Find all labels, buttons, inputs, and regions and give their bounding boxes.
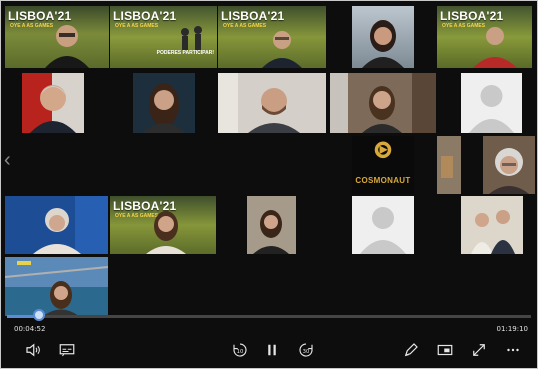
rewind-10-button[interactable]: 10	[229, 340, 251, 360]
video-tile-man-beard	[218, 73, 326, 133]
video-tile-banner-man-red: LISBOA'21 OYE A AS GAMES	[437, 6, 532, 68]
rewind-10-label: 10	[237, 349, 244, 355]
pause-button[interactable]	[261, 340, 283, 360]
video-tile-woman-shelves	[330, 73, 436, 133]
pause-icon	[268, 344, 276, 356]
video-tile-woman-indoor	[247, 196, 296, 254]
seek-bar-thumb[interactable]	[33, 309, 45, 321]
forward-30-button[interactable]: 30	[295, 340, 317, 360]
video-tile-banner-man-suit: LISBOA'21 OYE A AS GAMES	[218, 6, 326, 68]
volume-button[interactable]	[22, 340, 44, 360]
more-icon	[507, 348, 519, 352]
video-tile-banner-man-glasses: LISBOA'21 OYE A AS GAMES	[5, 6, 109, 68]
fullscreen-icon	[473, 344, 485, 356]
cosmonaut-logo-text: COSMONAUT	[355, 176, 411, 185]
video-tile-avatar-placeholder-1	[461, 73, 522, 133]
elapsed-time: 00:04:52	[14, 325, 46, 333]
annotate-button[interactable]	[400, 340, 422, 360]
previous-page-arrow[interactable]: ‹	[4, 150, 11, 170]
picture-in-picture-icon	[437, 344, 453, 356]
captions-icon	[59, 344, 75, 357]
more-button[interactable]	[502, 340, 524, 360]
video-tile-woman-blue-bg	[5, 196, 108, 254]
captions-button[interactable]	[56, 340, 78, 360]
seek-bar[interactable]	[7, 315, 531, 318]
video-tile-room-corner	[437, 136, 461, 194]
forward-30-icon: 30	[299, 343, 313, 357]
video-tile-cosmonaut-logo	[352, 136, 414, 194]
picture-in-picture-button[interactable]	[434, 340, 456, 360]
fullscreen-button[interactable]	[468, 340, 490, 360]
video-tile-woman-long-hair	[133, 73, 195, 133]
pencil-icon	[404, 343, 418, 357]
volume-icon	[26, 343, 40, 357]
rewind-10-icon: 10	[233, 343, 247, 357]
video-tile-banner-woman: LISBOA'21 OYE A AS GAMES	[110, 196, 216, 254]
video-tile-banner-1: LISBOA'21 OYE A AS GAMES PODERES PARTICI…	[110, 6, 217, 68]
video-tile-couple	[461, 196, 523, 254]
total-duration: 01:19:10	[496, 325, 528, 333]
video-tile-woman-bridge	[5, 257, 108, 316]
forward-30-label: 30	[303, 349, 310, 355]
video-tile-avatar-placeholder-2	[352, 196, 414, 254]
video-tile-woman-dark-hair	[352, 6, 414, 68]
video-tile-grey-hair-man	[22, 73, 84, 133]
